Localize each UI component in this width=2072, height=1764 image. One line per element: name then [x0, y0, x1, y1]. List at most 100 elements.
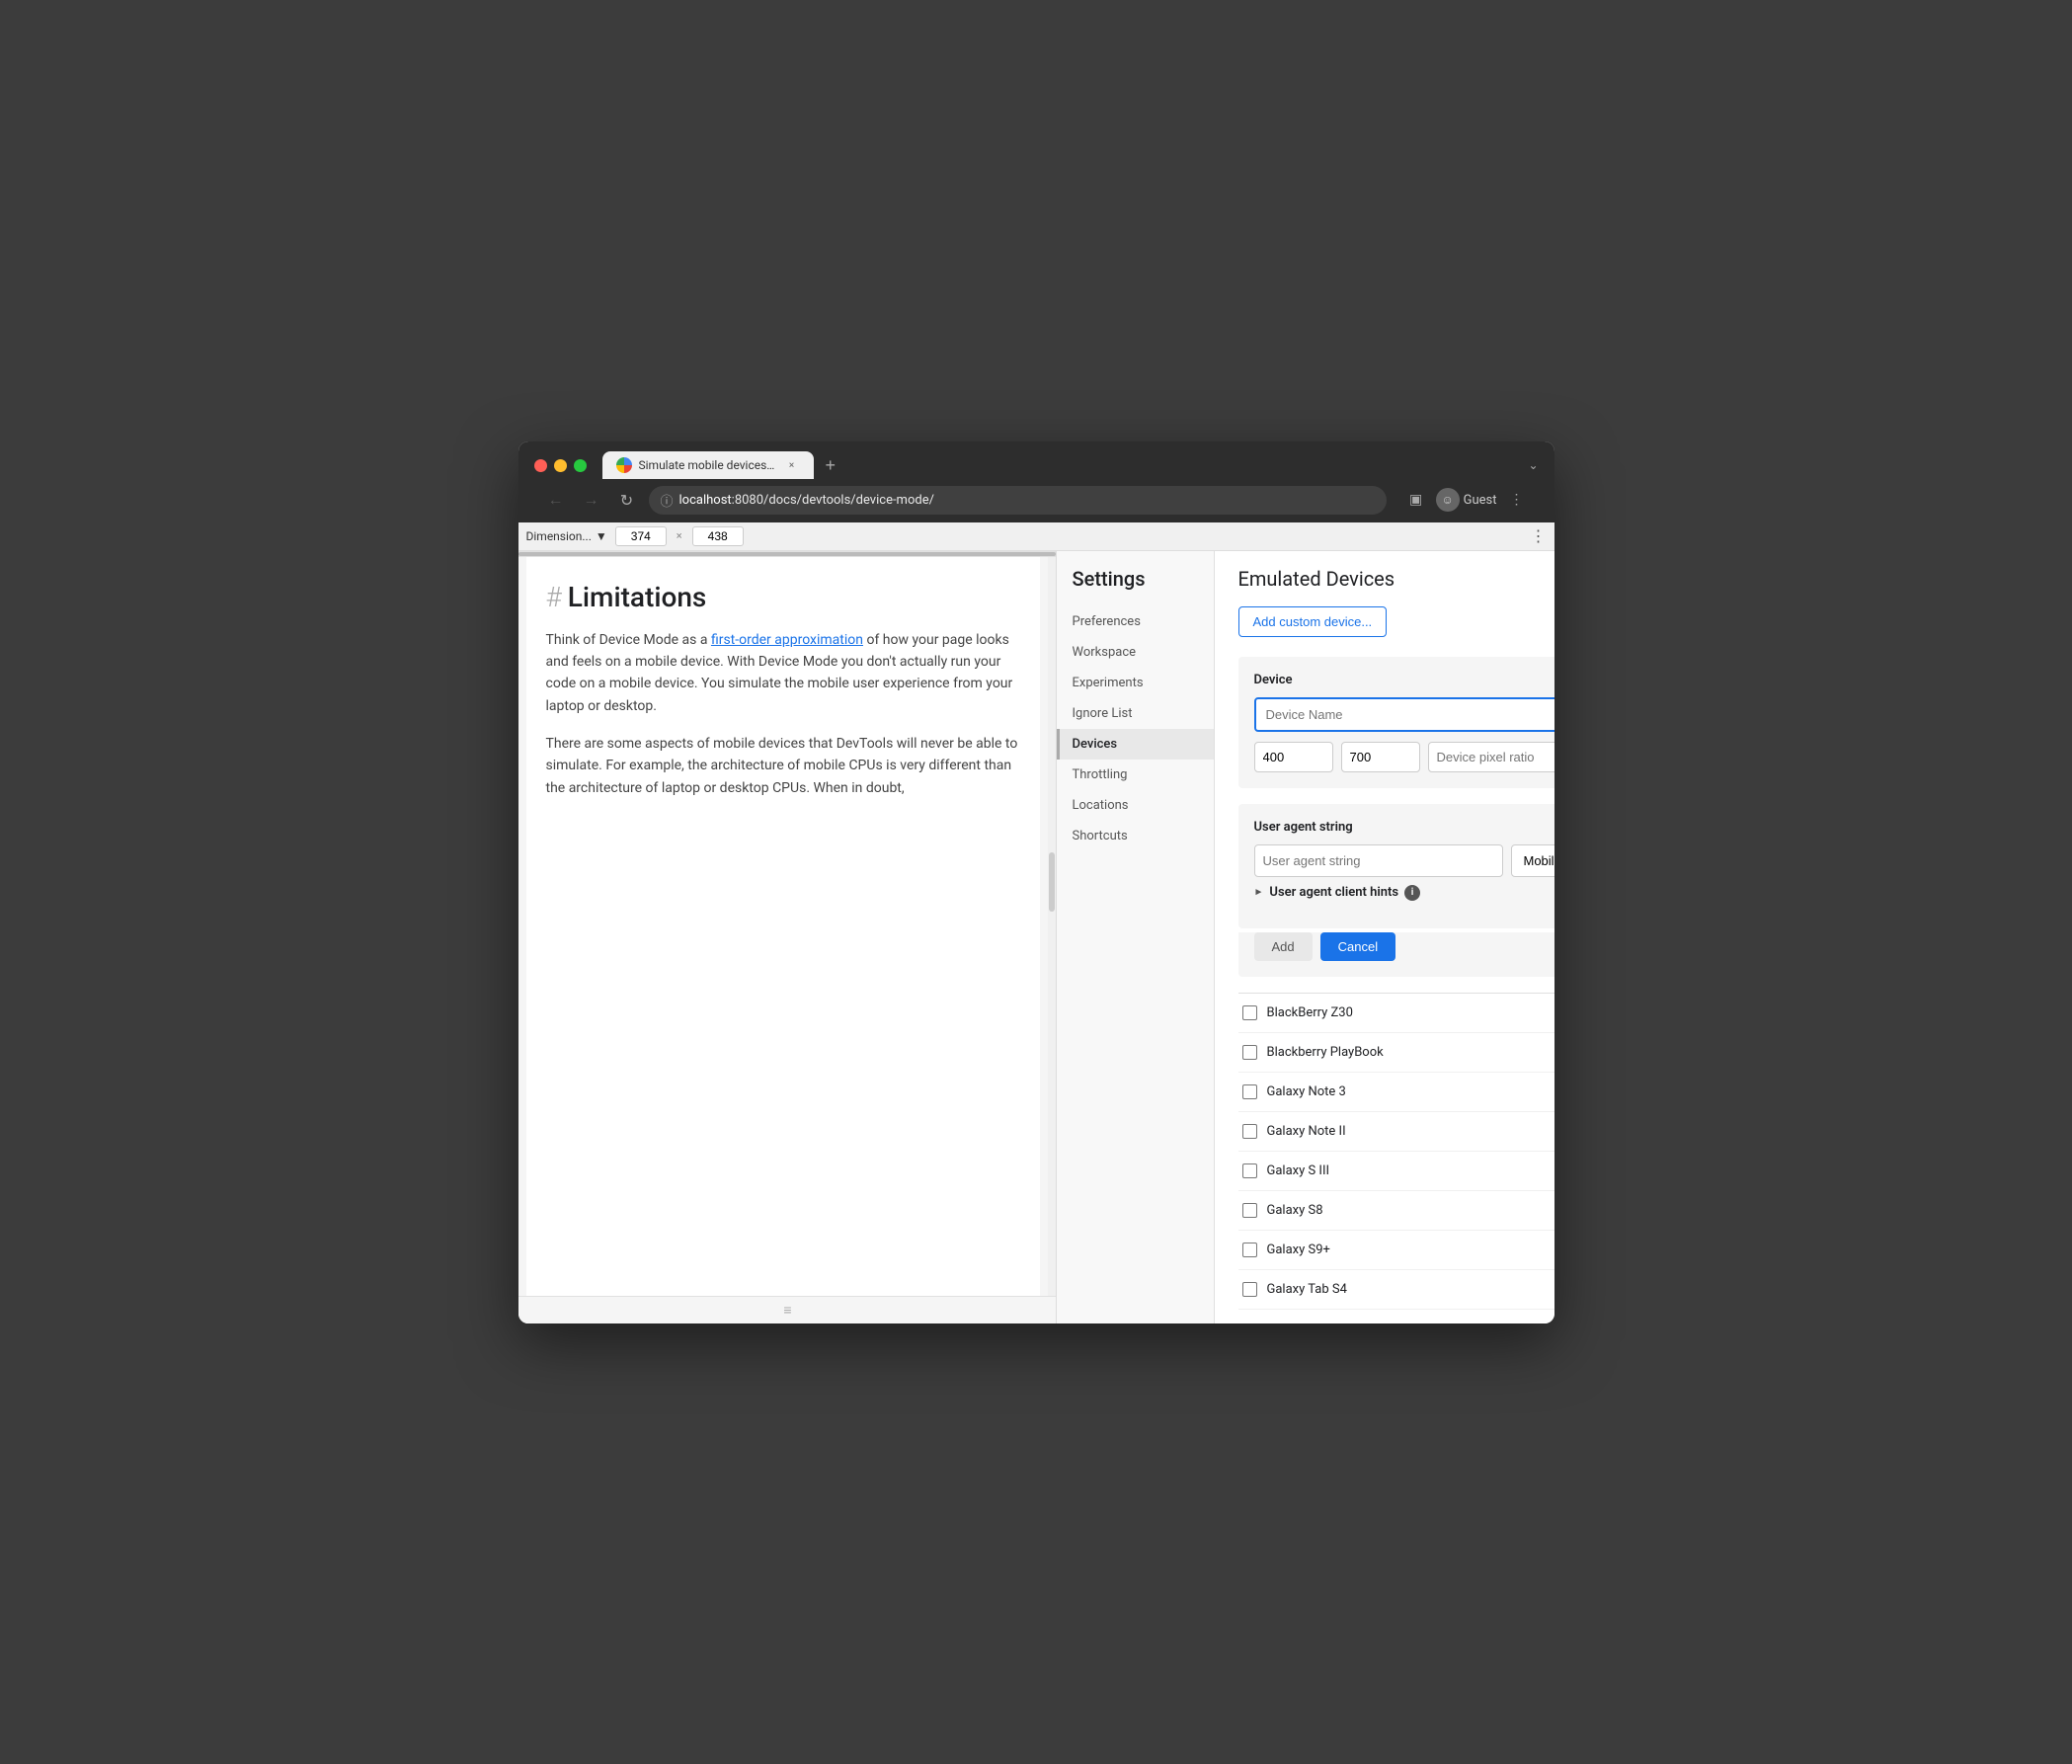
list-item: Galaxy S8 — [1238, 1191, 1554, 1231]
page-preview: # Limitations Think of Device Mode as a … — [518, 551, 1057, 1323]
add-device-button[interactable]: Add — [1254, 932, 1313, 961]
address-host: localhost — [679, 493, 732, 508]
device-blackberry-playbook-checkbox[interactable] — [1242, 1045, 1257, 1060]
device-galaxy-note-ii-checkbox[interactable] — [1242, 1124, 1257, 1139]
top-scrollbar-thumb — [518, 552, 1056, 556]
toolbar-more-icon[interactable]: ⋮ — [1531, 526, 1547, 545]
active-tab[interactable]: Simulate mobile devices with D × — [602, 451, 814, 479]
dimension-selector[interactable]: Dimension... ▼ — [526, 529, 607, 543]
device-galaxy-note-3-checkbox[interactable] — [1242, 1084, 1257, 1099]
client-hints-row[interactable]: ► User agent client hints i — [1254, 877, 1554, 913]
chrome-menu-icon[interactable]: ⋮ — [1503, 486, 1531, 514]
page-heading: # Limitations — [546, 581, 1020, 613]
tab-search-icon[interactable]: ▣ — [1402, 486, 1430, 514]
list-item: BlackBerry Z30 — [1238, 994, 1554, 1033]
page-paragraph1: Think of Device Mode as a first-order ap… — [546, 629, 1020, 718]
action-buttons-row: Add Cancel — [1238, 932, 1554, 977]
ua-type-select[interactable]: Mobile Desktop Tablet — [1511, 844, 1554, 877]
device-galaxy-tab-s4-checkbox[interactable] — [1242, 1282, 1257, 1297]
page-content-wrapper: # Limitations Think of Device Mode as a … — [518, 557, 1056, 1296]
profile-avatar: ☺ — [1436, 488, 1460, 512]
back-button[interactable]: ← — [542, 486, 570, 514]
page-content: # Limitations Think of Device Mode as a … — [526, 557, 1040, 1296]
address-bar[interactable]: ⓘ localhost:8080/docs/devtools/device-mo… — [649, 486, 1387, 515]
dimension-label: Dimension... — [526, 529, 592, 543]
minimize-traffic-light[interactable] — [554, 459, 567, 472]
device-blackberry-z30-checkbox[interactable] — [1242, 1005, 1257, 1020]
device-dimensions-row — [1254, 742, 1554, 772]
reload-button[interactable]: ↻ — [613, 486, 641, 514]
height-input[interactable]: 438 — [692, 526, 744, 546]
device-form-section: Device — [1238, 657, 1554, 788]
address-row: ← → ↻ ⓘ localhost:8080/docs/devtools/dev… — [534, 480, 1539, 522]
sidebar-item-devices[interactable]: Devices — [1057, 729, 1214, 760]
profile-button[interactable]: ☺ Guest — [1436, 488, 1497, 512]
list-item: Galaxy Note 3 — [1238, 1073, 1554, 1112]
page-bottom-bar: ≡ — [518, 1296, 1056, 1323]
device-name-input[interactable] — [1254, 697, 1554, 732]
heading-hash: # — [546, 581, 562, 613]
client-hints-triangle-icon: ► — [1254, 887, 1264, 898]
cancel-button[interactable]: Cancel — [1320, 932, 1395, 961]
sidebar-item-experiments-label: Experiments — [1073, 676, 1144, 690]
devtools-toolbar: Dimension... ▼ 374 × 438 ⋮ — [518, 522, 1554, 551]
list-item: Galaxy S9+ — [1238, 1231, 1554, 1270]
list-item: Galaxy S III — [1238, 1152, 1554, 1191]
sidebar-item-shortcuts[interactable]: Shortcuts — [1057, 821, 1214, 851]
ua-string-input[interactable] — [1254, 844, 1503, 877]
device-galaxy-s9-plus-checkbox[interactable] — [1242, 1243, 1257, 1257]
device-galaxy-s8-label: Galaxy S8 — [1267, 1203, 1323, 1218]
new-tab-button[interactable]: + — [818, 451, 844, 480]
client-hints-label: User agent client hints — [1269, 885, 1398, 900]
device-galaxy-note-ii-label: Galaxy Note II — [1267, 1124, 1346, 1139]
tab-close-icon[interactable]: × — [784, 457, 800, 473]
heading-text: Limitations — [568, 581, 707, 613]
list-item: Galaxy Tab S4 — [1238, 1270, 1554, 1310]
sidebar-item-experiments[interactable]: Experiments — [1057, 668, 1214, 698]
profile-label: Guest — [1464, 493, 1497, 508]
tab-title-text: Simulate mobile devices with D — [639, 458, 777, 472]
sidebar-item-preferences[interactable]: Preferences — [1057, 606, 1214, 637]
device-galaxy-s9-plus-label: Galaxy S9+ — [1267, 1243, 1330, 1257]
device-blackberry-z30-label: BlackBerry Z30 — [1267, 1005, 1353, 1020]
user-agent-section: User agent string Mobile Desktop Tablet … — [1238, 804, 1554, 928]
tab-chevron-icon[interactable]: ⌄ — [1528, 458, 1538, 472]
device-height-input[interactable] — [1341, 742, 1420, 772]
device-galaxy-s8-checkbox[interactable] — [1242, 1203, 1257, 1218]
sidebar-item-preferences-label: Preferences — [1073, 614, 1141, 629]
device-width-input[interactable] — [1254, 742, 1333, 772]
width-input[interactable]: 374 — [615, 526, 667, 546]
settings-sidebar: Settings Preferences Workspace Experimen… — [1057, 551, 1215, 1323]
add-custom-device-button[interactable]: Add custom device... — [1238, 606, 1388, 637]
chrome-actions: ▣ ☺ Guest ⋮ — [1402, 486, 1531, 514]
resize-handle-icon: ≡ — [783, 1302, 789, 1319]
device-dpr-input[interactable] — [1428, 742, 1554, 772]
device-galaxy-s-iii-checkbox[interactable] — [1242, 1163, 1257, 1178]
right-scrollbar[interactable] — [1048, 557, 1056, 1296]
forward-button[interactable]: → — [578, 486, 605, 514]
page-paragraph2: There are some aspects of mobile devices… — [546, 733, 1020, 799]
dimension-x-separator: × — [677, 529, 682, 542]
info-icon[interactable]: i — [1404, 885, 1420, 901]
sidebar-item-locations[interactable]: Locations — [1057, 790, 1214, 821]
sidebar-item-ignore-list[interactable]: Ignore List — [1057, 698, 1214, 729]
device-galaxy-s-iii-label: Galaxy S III — [1267, 1163, 1330, 1178]
dropdown-arrow-icon: ▼ — [596, 529, 607, 543]
content-area: # Limitations Think of Device Mode as a … — [518, 551, 1554, 1323]
list-item: Galaxy Note II — [1238, 1112, 1554, 1152]
close-traffic-light[interactable] — [534, 459, 547, 472]
device-galaxy-tab-s4-label: Galaxy Tab S4 — [1267, 1282, 1347, 1297]
sidebar-item-throttling-label: Throttling — [1073, 767, 1128, 782]
chrome-bar: Simulate mobile devices with D × + ⌄ ← →… — [518, 441, 1554, 522]
sidebar-item-shortcuts-label: Shortcuts — [1073, 829, 1128, 843]
page-link[interactable]: first-order approximation — [711, 632, 863, 648]
device-blackberry-playbook-label: Blackberry PlayBook — [1267, 1045, 1384, 1060]
sidebar-item-throttling[interactable]: Throttling — [1057, 760, 1214, 790]
traffic-lights — [534, 459, 587, 472]
sidebar-item-devices-label: Devices — [1073, 737, 1118, 752]
ua-row: Mobile Desktop Tablet — [1254, 844, 1554, 877]
settings-section-title: Emulated Devices — [1238, 567, 1554, 591]
sidebar-item-workspace[interactable]: Workspace — [1057, 637, 1214, 668]
sidebar-item-ignore-list-label: Ignore List — [1073, 706, 1133, 721]
maximize-traffic-light[interactable] — [574, 459, 587, 472]
